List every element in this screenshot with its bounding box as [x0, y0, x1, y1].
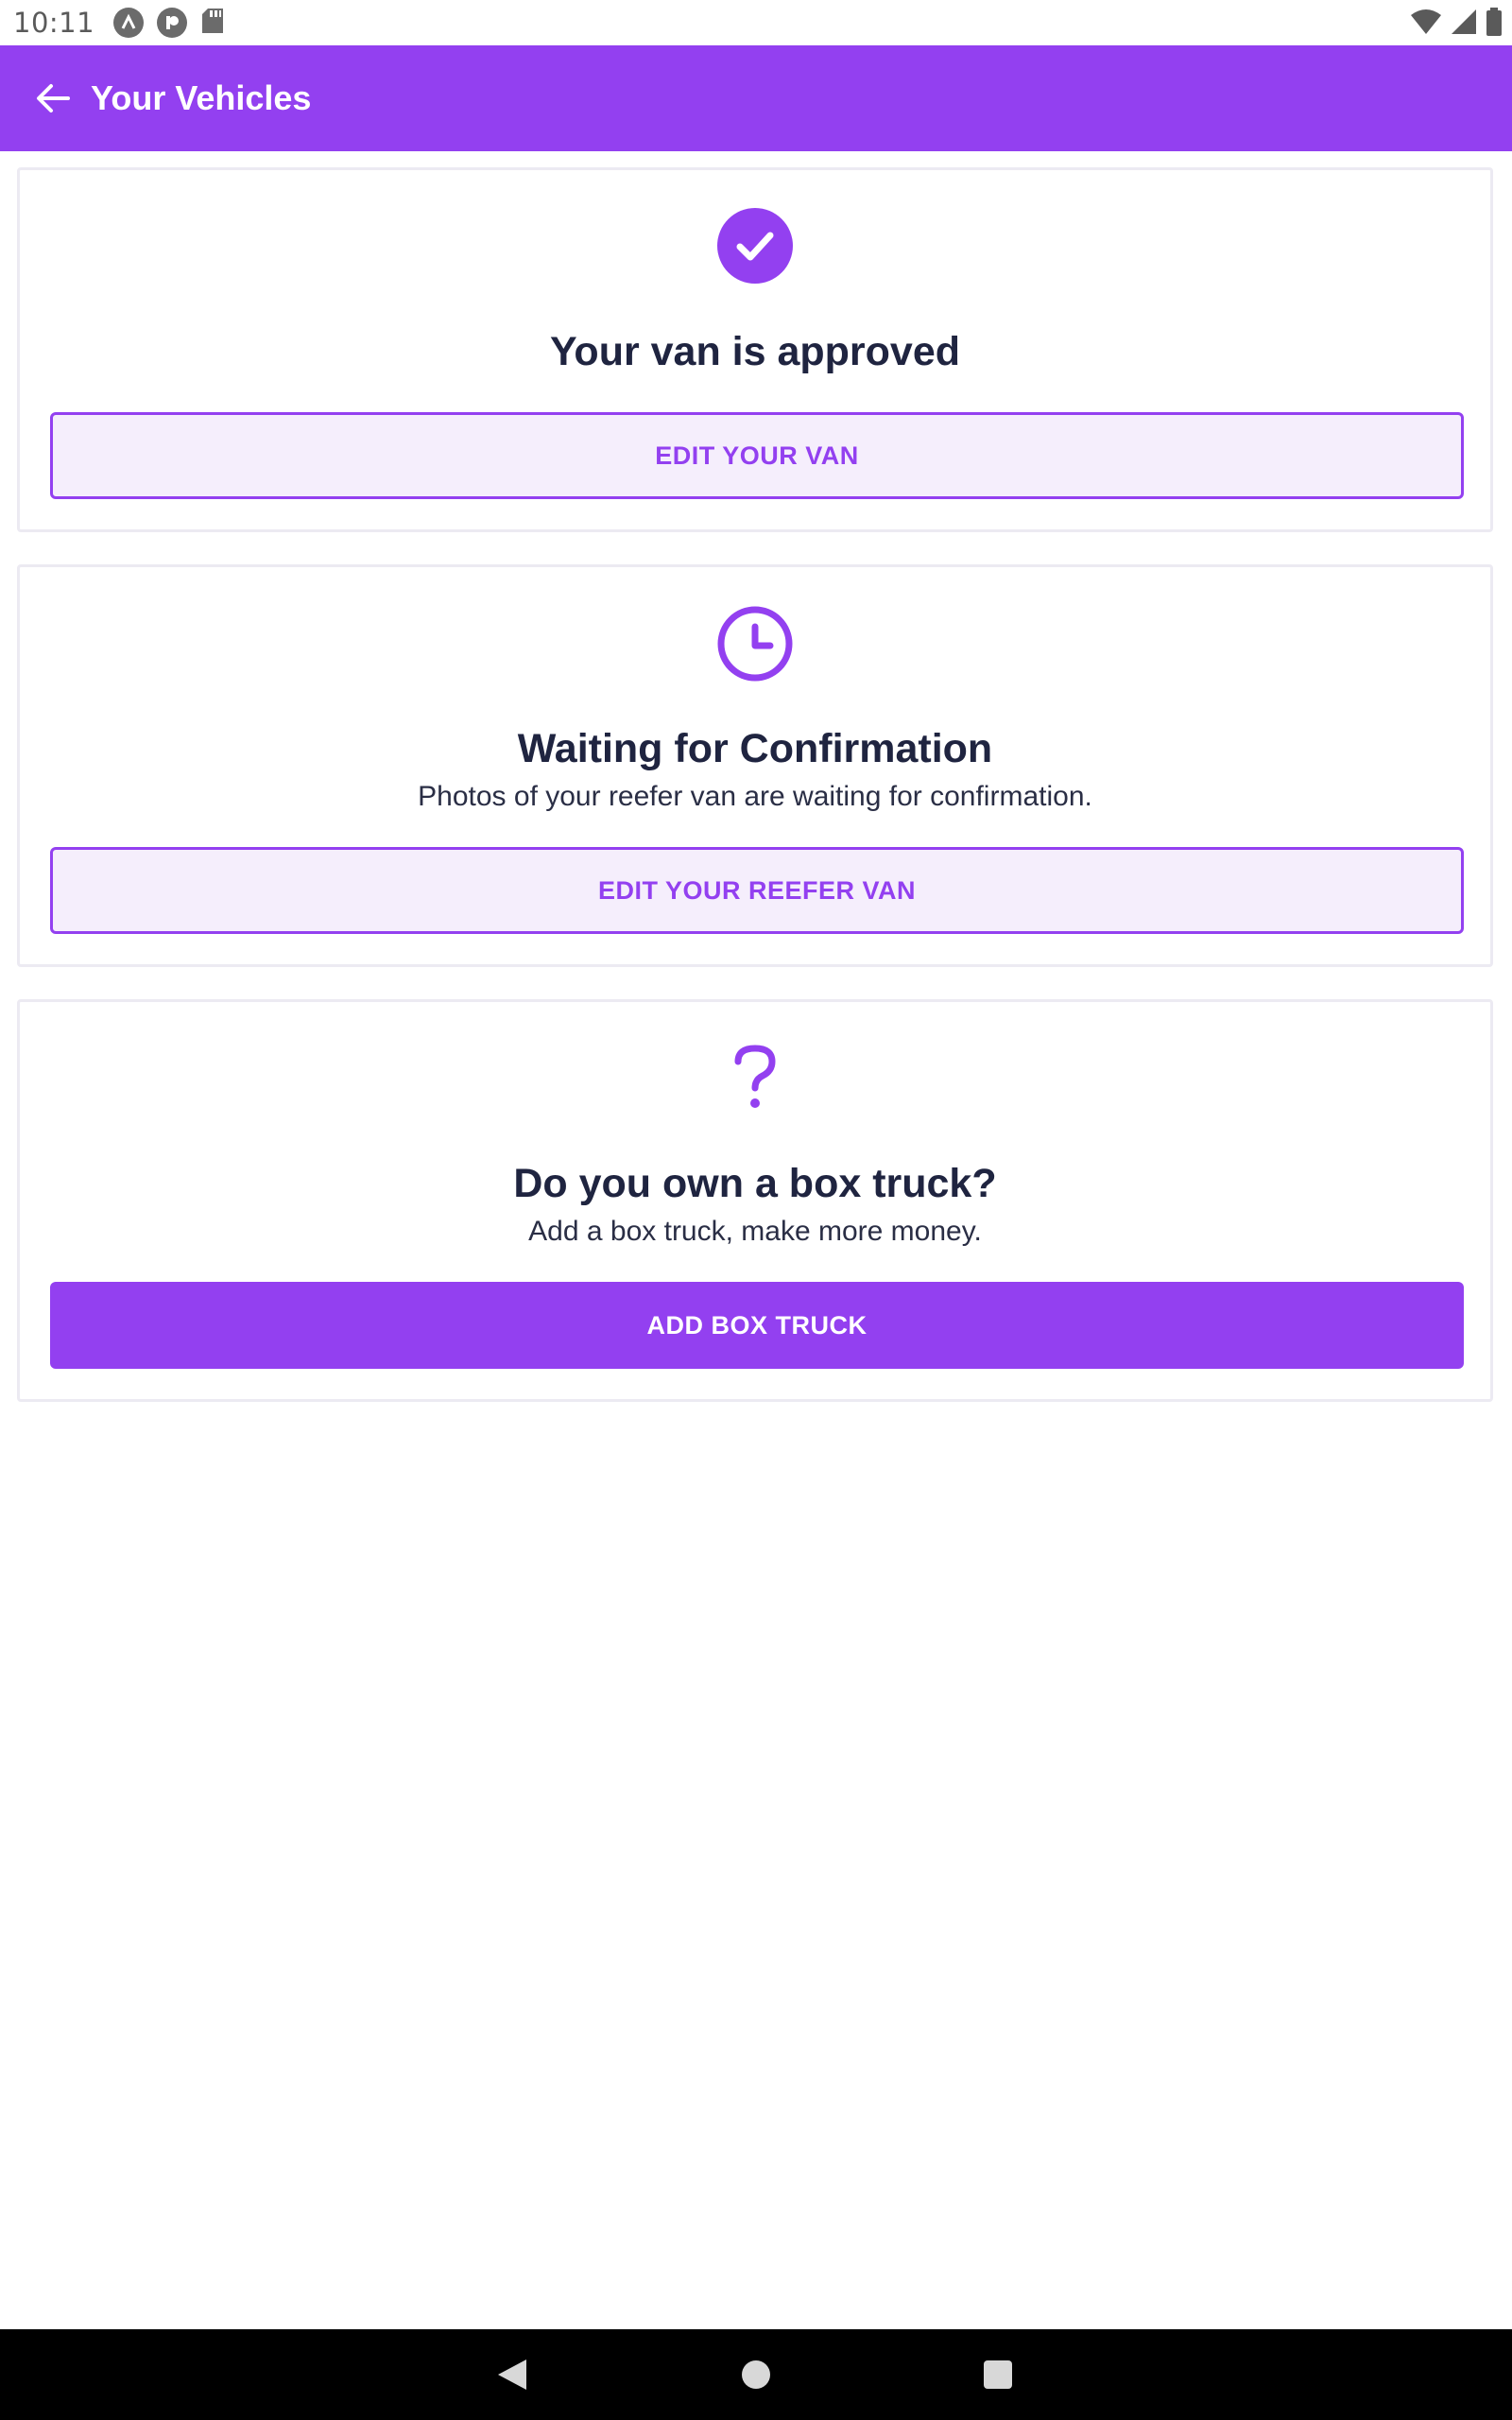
vehicle-card-van: Your van is approved EDIT YOUR VAN: [17, 167, 1493, 532]
check-circle-icon: [717, 208, 793, 284]
card-subtitle: Add a box truck, make more money.: [528, 1216, 982, 1247]
home-circle-icon: [742, 2360, 770, 2389]
vehicle-card-reefer-van: Waiting for Confirmation Photos of your …: [17, 564, 1493, 967]
page-title: Your Vehicles: [91, 78, 312, 117]
wifi-icon: [1410, 8, 1442, 41]
add-box-truck-button[interactable]: ADD BOX TRUCK: [50, 1282, 1464, 1369]
card-subtitle: Photos of your reefer van are waiting fo…: [418, 781, 1092, 812]
signal-icon: [1450, 8, 1478, 41]
nav-home-button[interactable]: [699, 2329, 813, 2420]
question-mark-icon: [734, 1045, 776, 1108]
status-icons-right: [1410, 8, 1503, 41]
status-bar: 10:11: [0, 0, 1512, 45]
card-title: Waiting for Confirmation: [517, 726, 993, 771]
nav-recents-button[interactable]: [941, 2329, 1055, 2420]
app-a-icon: [113, 8, 145, 38]
back-triangle-icon: [498, 2360, 526, 2390]
edit-reefer-van-button[interactable]: EDIT YOUR REEFER VAN: [50, 847, 1464, 934]
back-button[interactable]: [15, 60, 91, 136]
app-p-icon: [157, 8, 188, 38]
recents-square-icon: [984, 2360, 1012, 2389]
vehicle-card-box-truck: Do you own a box truck? Add a box truck,…: [17, 999, 1493, 1402]
arrow-left-icon: [37, 84, 70, 112]
clock-icon: [717, 606, 793, 682]
nav-back-button[interactable]: [455, 2329, 569, 2420]
status-time: 10:11: [13, 7, 95, 39]
edit-van-button[interactable]: EDIT YOUR VAN: [50, 412, 1464, 499]
card-title: Do you own a box truck?: [513, 1161, 997, 1206]
sd-card-icon: [200, 7, 225, 40]
app-bar: Your Vehicles: [0, 45, 1512, 151]
battery-icon: [1486, 8, 1503, 41]
status-icons-left: [113, 7, 225, 40]
system-nav-bar: [0, 2329, 1512, 2420]
card-title: Your van is approved: [549, 329, 961, 374]
